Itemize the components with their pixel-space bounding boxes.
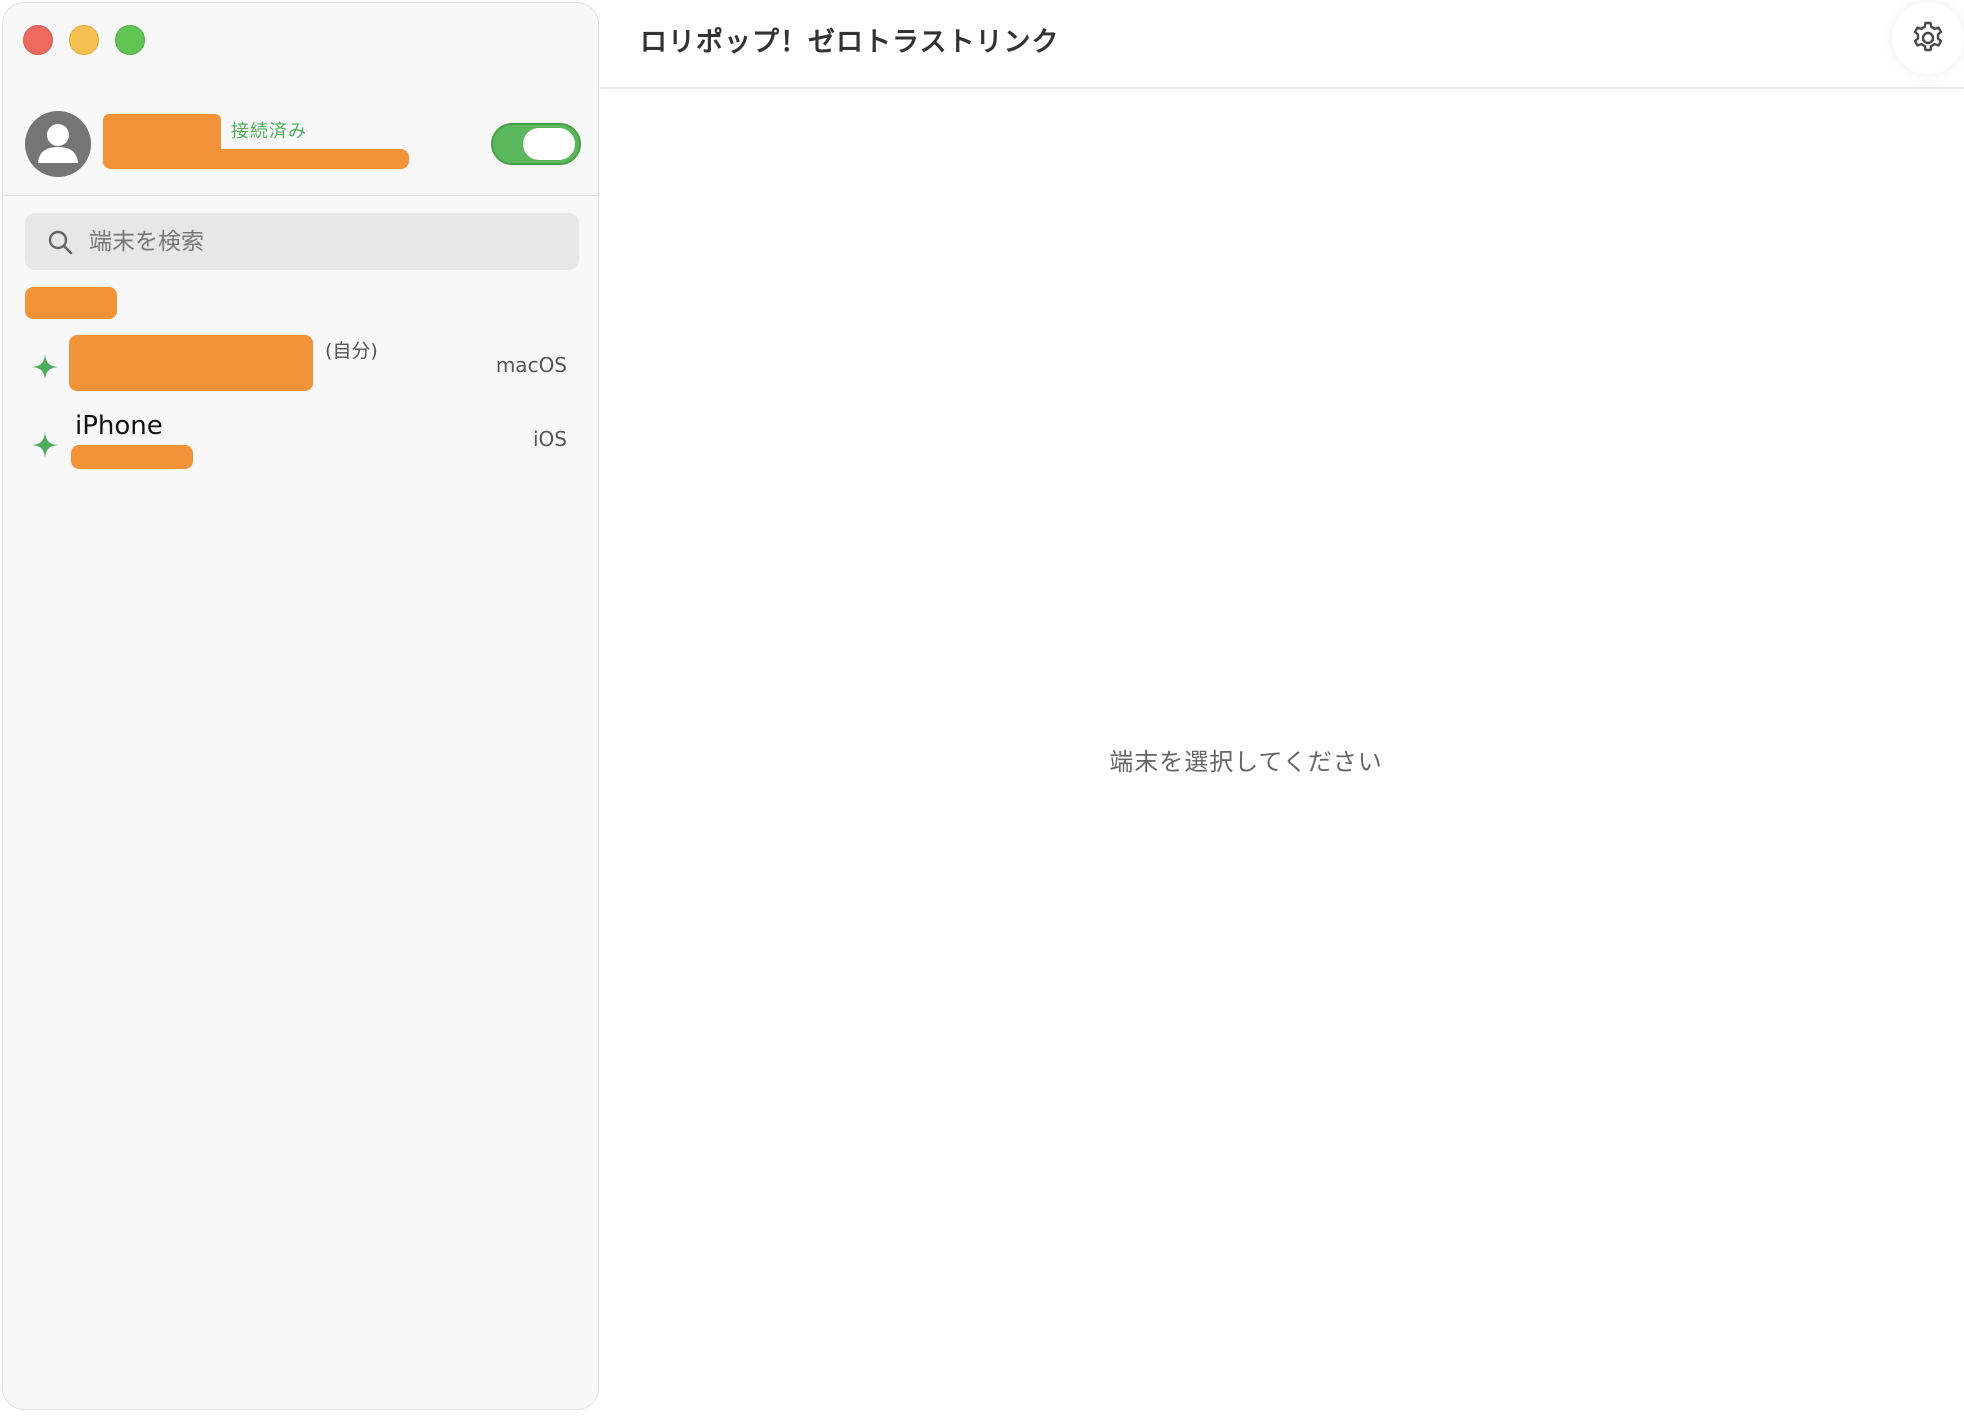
sparkle-icon — [32, 354, 58, 380]
minimize-window-button[interactable] — [69, 25, 99, 55]
avatar[interactable] — [25, 111, 91, 177]
device-os: iOS — [533, 427, 567, 451]
device-name: iPhone — [75, 411, 163, 441]
app-window: 接続済み (自分) macOS iPhone — [0, 0, 1964, 1416]
toggle-knob — [523, 128, 575, 160]
window-controls — [23, 25, 145, 55]
divider — [3, 195, 598, 196]
title-bar: ロリポップ！ゼロトラストリンク — [600, 0, 1964, 89]
search-box — [25, 213, 579, 270]
search-input[interactable] — [89, 213, 559, 270]
app-title: ロリポップ！ゼロトラストリンク — [640, 27, 1060, 58]
account-header: 接続済み — [25, 111, 581, 179]
redacted-account-detail — [103, 149, 409, 169]
main-pane: ロリポップ！ゼロトラストリンク 端末を選択してください — [600, 0, 1964, 1416]
device-os: macOS — [495, 353, 567, 377]
sparkle-icon — [32, 432, 58, 458]
device-item[interactable]: (自分) macOS — [25, 333, 579, 401]
empty-state-message: 端末を選択してください — [1109, 748, 1383, 776]
gear-icon — [1913, 21, 1943, 52]
zoom-window-button[interactable] — [115, 25, 145, 55]
sidebar: 接続済み (自分) macOS iPhone — [2, 2, 599, 1410]
redacted-group-header — [25, 287, 117, 319]
redacted-device-name — [69, 335, 313, 391]
redacted-device-detail — [71, 445, 193, 469]
self-label: (自分) — [325, 340, 378, 362]
close-window-button[interactable] — [23, 25, 53, 55]
connection-status: 接続済み — [231, 121, 307, 142]
settings-button[interactable] — [1892, 2, 1964, 74]
person-avatar-icon — [38, 124, 78, 163]
search-icon — [48, 230, 73, 255]
connection-toggle[interactable] — [491, 123, 581, 165]
device-item[interactable]: iPhone iOS — [25, 411, 579, 479]
